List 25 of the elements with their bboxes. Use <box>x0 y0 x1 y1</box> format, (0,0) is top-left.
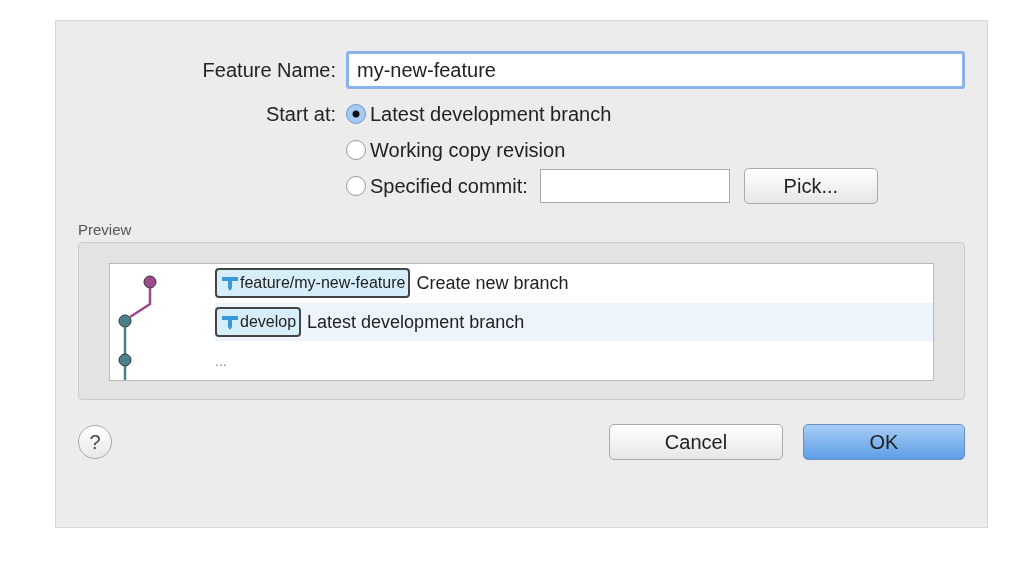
branch-icon <box>220 274 240 293</box>
cancel-button[interactable]: Cancel <box>609 424 783 460</box>
branch-icon <box>220 313 240 331</box>
commit-message: Create new branch <box>416 272 569 294</box>
commit-field[interactable] <box>539 169 730 203</box>
option-label: Specified commit: <box>370 174 528 198</box>
branch-name: develop <box>240 313 297 331</box>
field-label: Feature Name: <box>201 58 337 82</box>
graph-edge <box>123 327 127 354</box>
option-label: Working copy revision <box>370 138 566 162</box>
option-label: Latest development branch <box>370 102 612 126</box>
preview-label: Preview <box>78 221 133 238</box>
feature-name-field[interactable]: my-new-feature <box>346 51 965 89</box>
commit-message: Latest development branch <box>307 311 525 333</box>
pick-button[interactable]: Pick... <box>743 168 878 204</box>
radio-button[interactable] <box>346 176 366 196</box>
field-label: Start at: <box>264 102 337 127</box>
commit-message: ... <box>215 352 227 369</box>
radio-button[interactable] <box>346 140 366 160</box>
radio-button[interactable] <box>346 104 366 124</box>
help-button[interactable]: ? <box>78 425 112 459</box>
graph-edge <box>129 288 152 319</box>
graph-edge <box>123 366 127 380</box>
ok-button[interactable]: OK <box>803 424 965 460</box>
branch-name: feature/my-new-feature <box>240 274 406 293</box>
